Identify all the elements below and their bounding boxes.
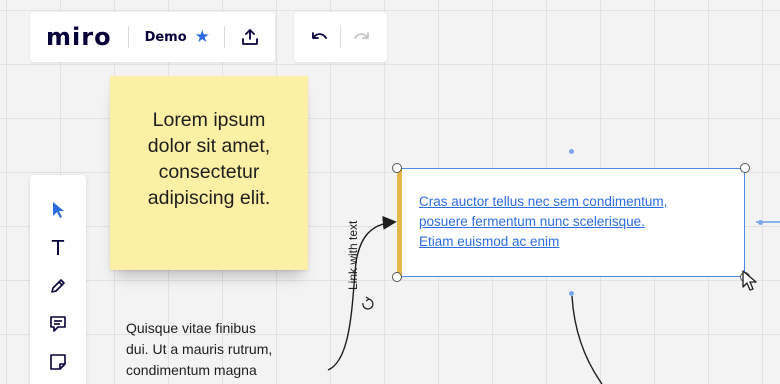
resize-handle-bottom-left[interactable] — [392, 272, 402, 282]
mouse-cursor-icon — [742, 270, 757, 291]
connector-label[interactable]: Link with text — [346, 221, 360, 290]
rotate-icon[interactable] — [362, 296, 374, 310]
resize-handle-top-right[interactable] — [740, 163, 750, 173]
connection-dot-right[interactable] — [758, 220, 763, 225]
connection-dot-bottom[interactable] — [569, 291, 574, 296]
card-text[interactable]: Cras auctor tellus nec sem condimentum, … — [419, 192, 734, 252]
link-connector[interactable] — [327, 215, 397, 371]
card-accent-bar — [397, 169, 402, 276]
selected-card[interactable]: Cras auctor tellus nec sem condimentum, … — [397, 168, 745, 277]
connection-dot-top[interactable] — [569, 149, 574, 154]
curve-connector[interactable] — [571, 295, 603, 384]
resize-handle-top-left[interactable] — [392, 163, 402, 173]
